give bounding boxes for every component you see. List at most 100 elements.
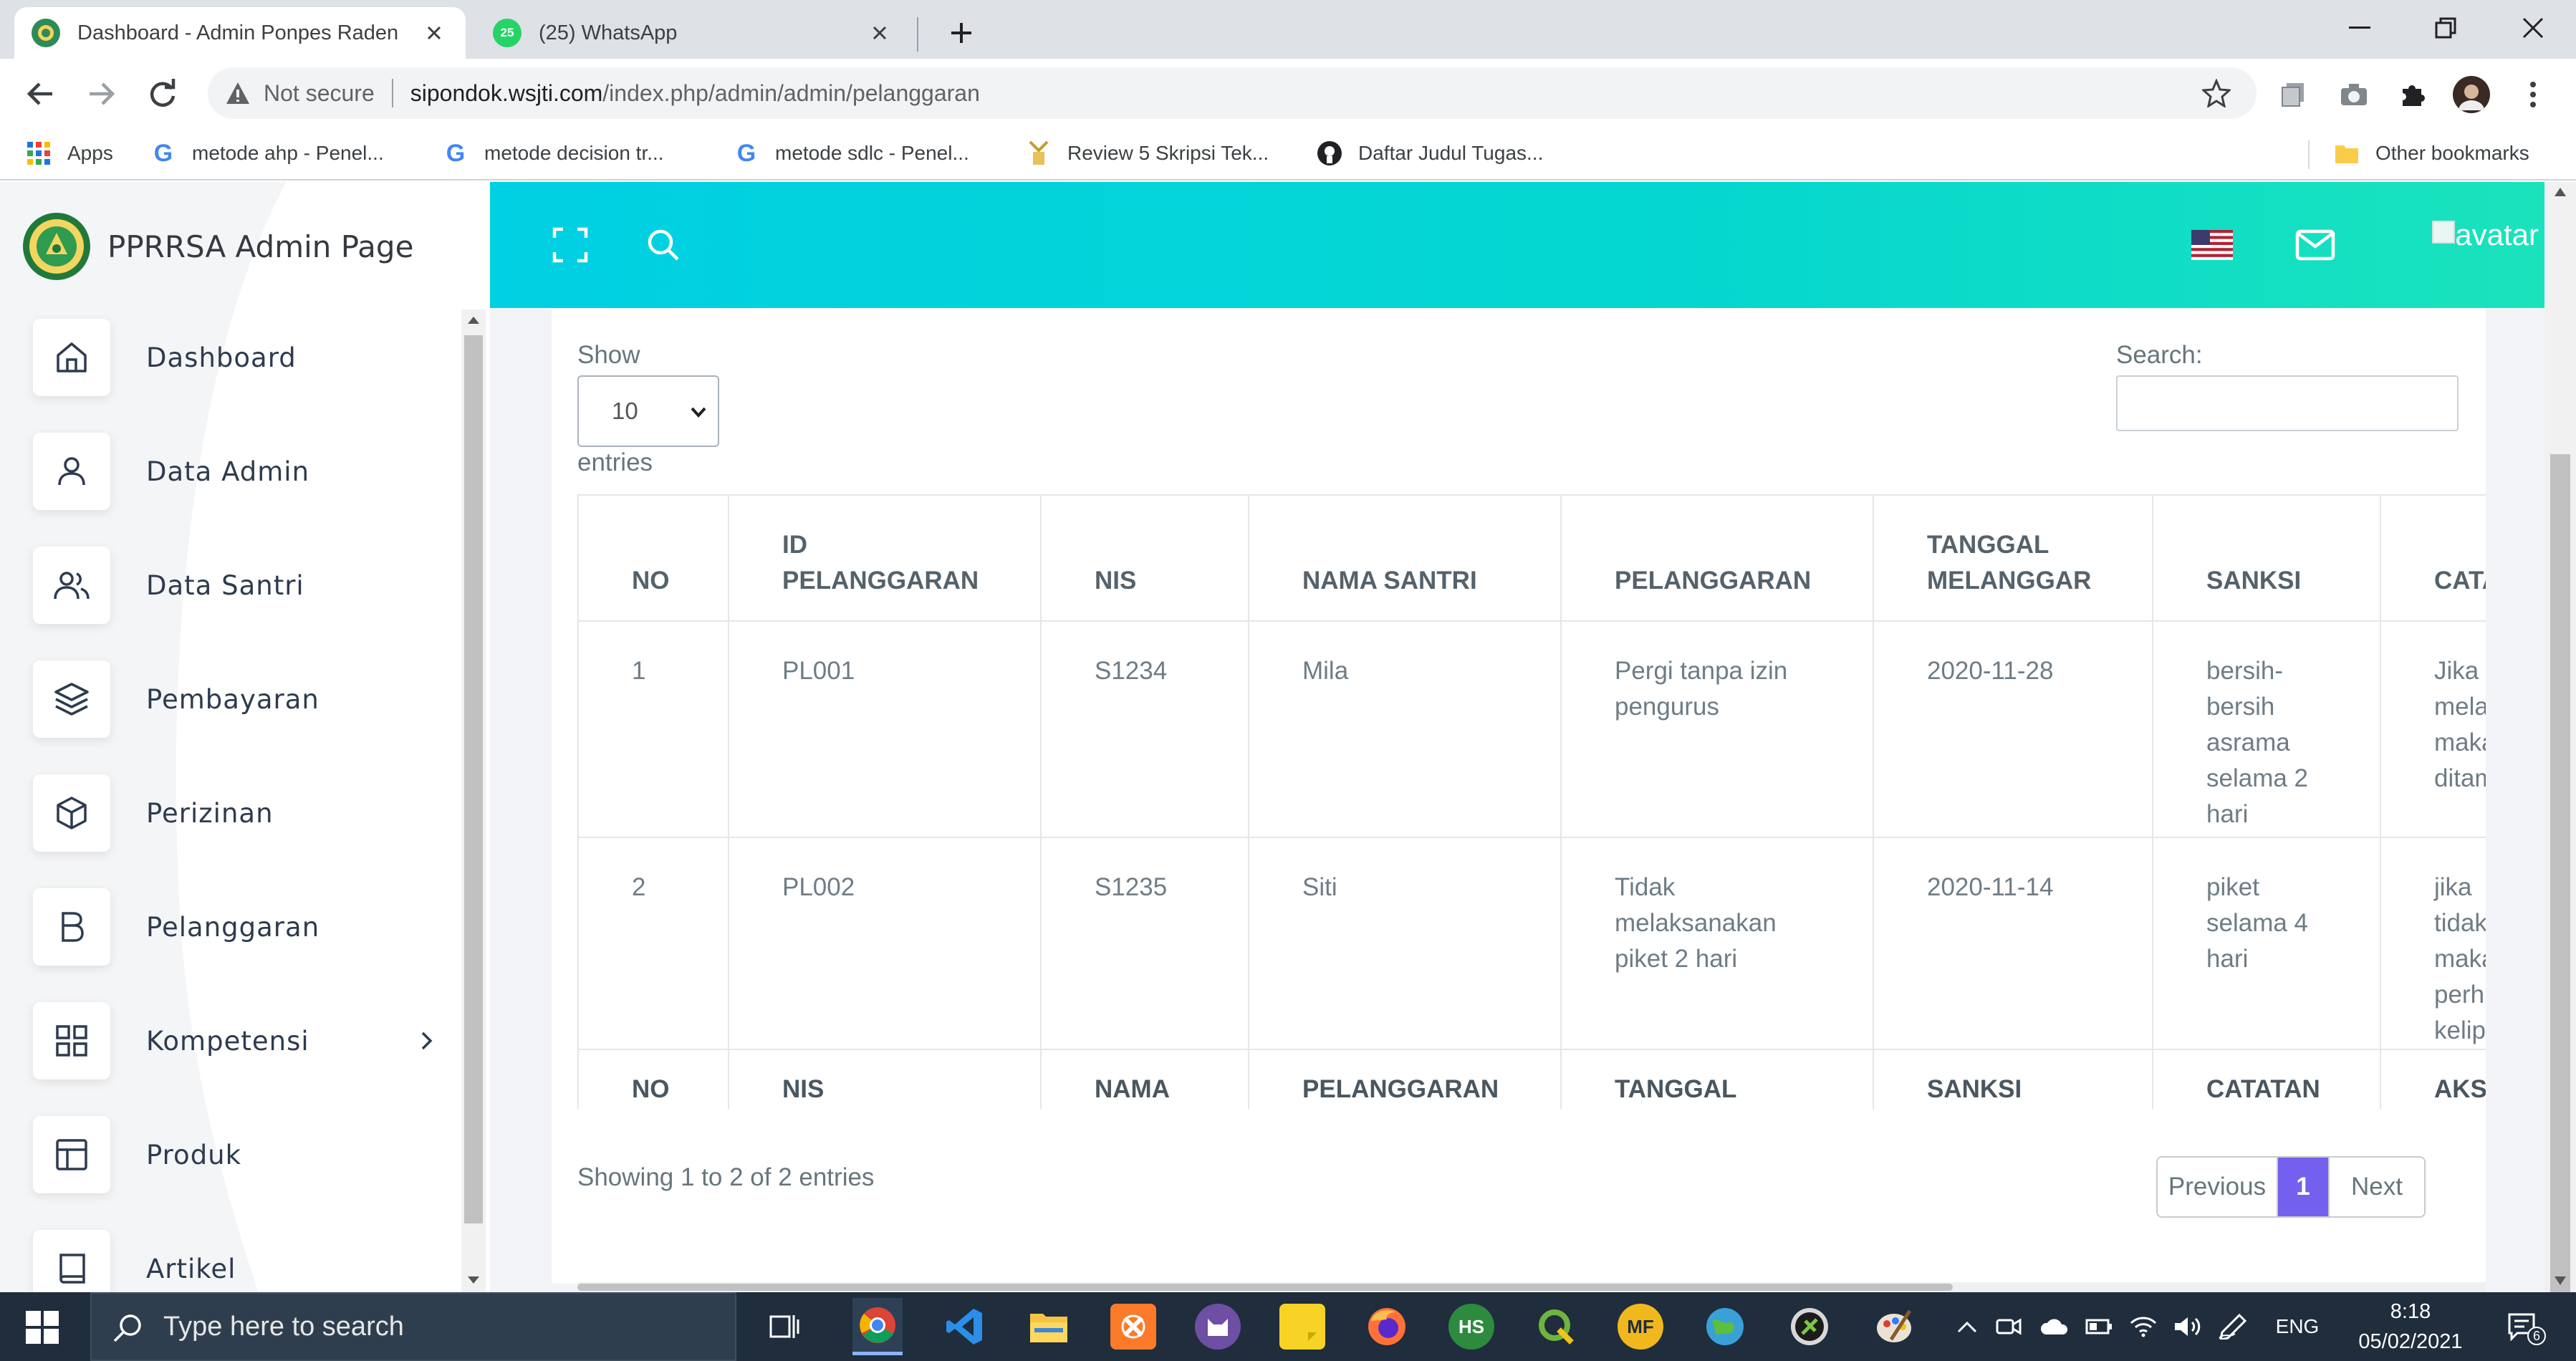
scroll-down-icon[interactable] (2553, 1275, 2567, 1287)
table-footer-row: NO NIS NAMA SANTRI PELANGGARAN TANGGAL M… (577, 1049, 2486, 1109)
onedrive-icon[interactable] (2039, 1311, 2070, 1342)
bookmark-star-icon[interactable] (2202, 79, 2231, 107)
meet-now-icon[interactable] (1993, 1311, 2024, 1342)
page-vertical-scrollbar[interactable] (2544, 182, 2576, 1314)
previous-page-button[interactable]: Previous (2158, 1158, 2277, 1216)
close-tab-icon[interactable] (865, 19, 894, 47)
scroll-up-icon[interactable] (467, 315, 480, 325)
shield-app-icon[interactable] (1787, 1304, 1832, 1350)
tab-dashboard[interactable]: Dashboard - Admin Ponpes Raden (14, 7, 466, 59)
page-scrollbar-thumb[interactable] (2550, 454, 2570, 1314)
paint-icon[interactable] (1871, 1304, 1917, 1350)
other-bookmarks[interactable]: Other bookmarks (2332, 133, 2529, 173)
column-header[interactable]: NAMA SANTRI (1248, 494, 1562, 622)
column-header[interactable]: NO (577, 494, 729, 622)
table-horizontal-scrollbar[interactable] (577, 1282, 2486, 1292)
camera-icon[interactable] (2335, 76, 2373, 113)
tray-expand-icon[interactable] (1951, 1311, 1983, 1342)
table-scrollbar-thumb[interactable] (577, 1284, 1953, 1291)
bookmark-decision-tree[interactable]: G metode decision tr... (441, 133, 664, 173)
wifi-icon[interactable] (2128, 1311, 2159, 1342)
security-label[interactable]: Not secure (264, 80, 375, 107)
reload-icon[interactable] (143, 74, 182, 113)
column-header[interactable]: CATATAN (2380, 494, 2486, 622)
sidebar-item-produk[interactable]: Produk (33, 1115, 434, 1194)
profile-avatar-icon[interactable] (2453, 76, 2490, 113)
pen-icon[interactable] (2216, 1311, 2248, 1342)
sidebar-item-pelanggaran[interactable]: Pelanggaran (33, 888, 434, 966)
extension-copy-icon[interactable] (2275, 76, 2312, 113)
page-length-select[interactable]: 10 (577, 375, 719, 447)
bookmark-ahp[interactable]: G metode ahp - Penel... (149, 133, 384, 173)
page-1-button[interactable]: 1 (2277, 1158, 2328, 1216)
column-header[interactable]: ID PELANGGARAN (728, 494, 1042, 622)
volume-icon[interactable] (2172, 1311, 2203, 1342)
app-cat-icon[interactable] (1195, 1304, 1241, 1350)
sticky-notes-icon[interactable] (1279, 1304, 1325, 1350)
vscode-icon[interactable] (941, 1304, 987, 1350)
pelanggaran-table-wrapper[interactable]: NO ID PELANGGARAN NIS NAMA SANTRI PELANG… (577, 494, 2486, 1109)
sidebar-item-data-admin[interactable]: Data Admin (33, 432, 434, 511)
column-header[interactable]: TANGGAL MELANGGAR (1873, 494, 2153, 622)
fullscreen-icon[interactable] (549, 223, 592, 266)
bookmark-sdlc[interactable]: G metode sdlc - Penel... (732, 133, 969, 173)
task-view-icon[interactable] (762, 1304, 808, 1350)
tab-title: (25) WhatsApp (539, 21, 678, 44)
restore-icon[interactable] (2403, 0, 2489, 56)
qgis-icon[interactable] (1533, 1304, 1579, 1350)
sidebar-item-label: Data Admin (146, 456, 310, 487)
battery-icon[interactable] (2083, 1311, 2115, 1342)
extensions-puzzle-icon[interactable] (2394, 76, 2431, 113)
tab-whatsapp[interactable]: 25 (25) WhatsApp (476, 7, 911, 59)
notification-count: 6 (2527, 1327, 2546, 1345)
close-window-icon[interactable] (2490, 0, 2576, 56)
sidebar-scrollbar[interactable] (461, 309, 486, 1292)
omnibox[interactable]: Not secure sipondok.wsjti.com /index.php… (208, 67, 2257, 119)
search-icon[interactable] (642, 223, 685, 266)
column-header[interactable]: NIS (1040, 494, 1249, 622)
column-header[interactable]: PELANGGARAN (1560, 494, 1874, 622)
bookmark-daftar-judul[interactable]: Daftar Judul Tugas... (1315, 133, 1543, 173)
sidebar-scrollbar-thumb[interactable] (464, 335, 483, 1223)
sidebar-item-dashboard[interactable]: Dashboard (33, 318, 434, 397)
back-icon[interactable] (21, 74, 60, 113)
next-page-button[interactable]: Next (2328, 1158, 2424, 1216)
forward-icon[interactable] (82, 74, 120, 113)
us-flag-icon[interactable] (2191, 223, 2234, 266)
brand[interactable]: PPRRSA Admin Page (21, 211, 413, 282)
firefox-icon[interactable] (1364, 1304, 1410, 1350)
scroll-down-icon[interactable] (467, 1275, 480, 1285)
globe-icon[interactable] (1702, 1304, 1748, 1350)
chrome-menu-icon[interactable] (2514, 76, 2552, 113)
warning-icon[interactable] (225, 81, 251, 105)
sidebar-item-perizinan[interactable]: Perizinan (33, 774, 434, 852)
mf-icon[interactable]: MF (1618, 1304, 1663, 1350)
bookmark-apps[interactable]: Apps (24, 133, 113, 173)
language-indicator[interactable]: ENG (2271, 1311, 2324, 1342)
hs-icon[interactable]: HS (1448, 1304, 1494, 1350)
file-explorer-icon[interactable] (1026, 1304, 1072, 1350)
sidebar-item-label: Pembayaran (146, 683, 319, 715)
sidebar-item-artikel[interactable]: Artikel (33, 1229, 434, 1292)
avatar[interactable]: avatar (2432, 218, 2539, 252)
bookmark-review-skripsi[interactable]: Review 5 Skripsi Tek... (1024, 133, 1269, 173)
browser-tab-strip: Dashboard - Admin Ponpes Raden 25 (25) W… (0, 0, 2576, 59)
scroll-up-icon[interactable] (2553, 186, 2567, 198)
notification-center-icon[interactable]: 6 (2500, 1311, 2546, 1345)
minimize-icon[interactable] (2317, 0, 2403, 56)
sidebar-item-kompetensi[interactable]: Kompetensi (33, 1001, 434, 1080)
taskbar-search-box[interactable]: Type here to search (90, 1292, 736, 1361)
search-label: Search: (2116, 341, 2203, 369)
clock[interactable]: 8:18 05/02/2021 (2335, 1297, 2486, 1357)
sidebar-item-pembayaran[interactable]: Pembayaran (33, 660, 434, 739)
mail-icon[interactable] (2294, 223, 2337, 266)
sidebar-item-data-santri[interactable]: Data Santri (33, 546, 434, 625)
column-header[interactable]: SANKSI (2152, 494, 2381, 622)
new-tab-icon[interactable] (943, 14, 980, 52)
close-tab-icon[interactable] (420, 19, 448, 47)
table-search-input[interactable] (2116, 375, 2459, 431)
chrome-icon[interactable] (852, 1298, 903, 1355)
xampp-icon[interactable] (1110, 1304, 1156, 1350)
windows-start-icon[interactable] (26, 1311, 59, 1344)
user-icon (33, 433, 110, 510)
